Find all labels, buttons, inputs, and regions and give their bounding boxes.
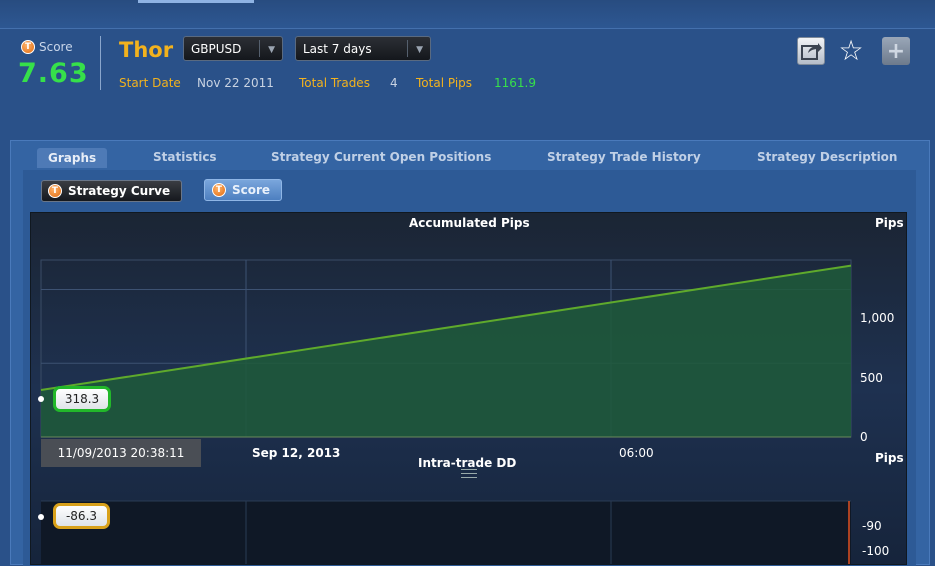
chart2-plot-area: [41, 501, 851, 564]
start-date-value: Nov 22 2011: [197, 76, 274, 90]
t-logo-icon: T: [21, 40, 35, 54]
chart1-xtick: 06:00: [619, 446, 654, 460]
chart1-ytick: 500: [860, 371, 883, 385]
resize-handle[interactable]: [461, 469, 477, 478]
plus-icon: +: [886, 38, 906, 64]
strategy-curve-button[interactable]: T Strategy Curve: [41, 180, 182, 202]
chart1-ytick: 1,000: [860, 311, 895, 325]
chevron-down-icon: ▼: [416, 45, 423, 55]
chart1-title: Accumulated Pips: [409, 216, 530, 230]
score-button-label: Score: [232, 183, 271, 197]
chart1-hover-point: [38, 396, 44, 402]
chart-container: Accumulated Pips Pips 1,000 500 0 11/09/…: [30, 212, 907, 565]
chart1-area: [41, 265, 851, 437]
share-icon: [801, 43, 822, 60]
strategy-curve-label: Strategy Curve: [68, 184, 171, 198]
period-select[interactable]: Last 7 days ▼: [295, 36, 431, 61]
tab-strategy-description[interactable]: Strategy Description: [757, 150, 897, 164]
period-select-value: Last 7 days: [303, 41, 372, 56]
chart1-value-bubble: 318.3: [53, 386, 111, 412]
chevron-down-icon: ▼: [268, 45, 275, 55]
chart2-title: Intra-trade DD: [418, 456, 517, 470]
t-logo-icon: T: [48, 184, 62, 198]
chart2-ytick: -100: [862, 544, 890, 558]
charts-svg: [40, 259, 852, 564]
tab-graphs[interactable]: Graphs: [37, 148, 108, 168]
select-divider: [407, 40, 408, 57]
chart2-unit: Pips: [875, 451, 904, 465]
total-trades-value: 4: [390, 76, 398, 90]
score-value: 7.63: [18, 58, 89, 89]
tab-bar: Graphs Statistics Strategy Current Open …: [11, 141, 929, 171]
star-icon: ☆: [838, 34, 864, 67]
header-divider: [100, 36, 101, 90]
strategy-header: T Score 7.63 Thor GBPUSD ▼ Last 7 days ▼…: [0, 28, 935, 138]
tooltip-date: 11/09/2013 20:38:11: [41, 439, 201, 467]
score-label-text: Score: [39, 40, 73, 54]
chart2-value-bubble: -86.3: [53, 503, 110, 529]
select-divider: [259, 40, 260, 57]
t-logo-icon: T: [212, 183, 226, 197]
add-button[interactable]: +: [882, 37, 910, 65]
score-label: T Score: [21, 40, 73, 54]
tab-statistics[interactable]: Statistics: [153, 150, 217, 164]
chart1-ytick: 0: [860, 430, 868, 444]
share-button[interactable]: [797, 37, 825, 65]
chart1-xtick: Sep 12, 2013: [252, 446, 341, 460]
symbol-select-value: GBPUSD: [191, 41, 242, 56]
total-trades-label: Total Trades: [299, 76, 370, 90]
top-navigation-bar: [0, 0, 935, 29]
chart1-unit: Pips: [875, 216, 904, 230]
start-date-label: Start Date: [119, 76, 181, 90]
tab-trade-history[interactable]: Strategy Trade History: [547, 150, 701, 164]
score-button[interactable]: T Score: [204, 179, 282, 201]
tab-open-positions[interactable]: Strategy Current Open Positions: [271, 150, 491, 164]
chart2-ytick: -90: [862, 519, 882, 533]
total-pips-label: Total Pips: [416, 76, 473, 90]
chart2-hover-point: [38, 514, 44, 520]
strategy-name: Thor: [119, 38, 174, 62]
favorite-button[interactable]: ☆: [837, 37, 865, 65]
total-pips-value: 1161.9: [494, 76, 536, 90]
symbol-select[interactable]: GBPUSD ▼: [183, 36, 283, 61]
active-nav-indicator: [138, 0, 254, 3]
